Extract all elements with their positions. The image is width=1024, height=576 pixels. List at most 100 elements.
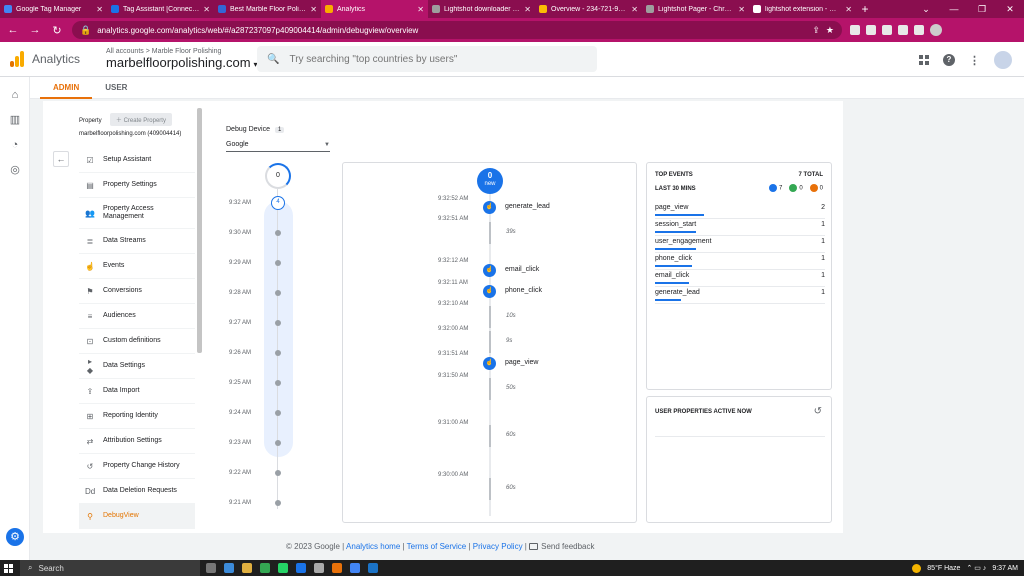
property-name[interactable]: marbelfloorpolishing.com ▾ — [106, 55, 258, 70]
close-icon[interactable]: ✕ — [631, 5, 638, 14]
taskbar-app-icon[interactable] — [242, 563, 252, 573]
close-icon[interactable]: ✕ — [738, 5, 745, 14]
extension-icon[interactable] — [850, 25, 860, 35]
close-icon[interactable]: ✕ — [203, 5, 210, 14]
search-input[interactable] — [289, 53, 570, 65]
nav-item-setup-assistant[interactable]: ☑ Setup Assistant — [79, 148, 195, 173]
browser-tab[interactable]: Lightshot downloader - C ✕ — [428, 0, 535, 18]
nav-item-events[interactable]: ☝ Events — [79, 254, 195, 279]
nav-item-debugview[interactable]: ⚲ DebugView — [79, 504, 195, 529]
top-event-row[interactable]: phone_click 1 — [655, 253, 825, 270]
nav-item-data-settings[interactable]: ▸ ◆ Data Settings — [79, 354, 195, 379]
browser-tab[interactable]: lightshot extension - Goo ✕ — [749, 0, 856, 18]
nav-scrollbar[interactable] — [197, 108, 202, 353]
close-icon[interactable]: ✕ — [417, 5, 424, 14]
minute-dot[interactable] — [275, 230, 281, 236]
nav-item-property-change-history[interactable]: ↺ Property Change History — [79, 454, 195, 479]
whatsapp-icon[interactable] — [278, 563, 288, 573]
analytics-home-link[interactable]: Analytics home — [346, 542, 400, 551]
new-tab-button[interactable]: + — [856, 0, 874, 18]
account-avatar[interactable] — [994, 51, 1012, 69]
chrome-icon[interactable] — [260, 563, 270, 573]
extension-icon[interactable] — [914, 25, 924, 35]
extension-icon[interactable] — [866, 25, 876, 35]
reports-icon[interactable]: ▥ — [0, 107, 30, 132]
nav-item-data-streams[interactable]: ≣ Data Streams — [79, 229, 195, 254]
browser-tab[interactable]: Analytics ✕ — [321, 0, 428, 18]
minute-dot[interactable] — [275, 380, 281, 386]
top-event-row[interactable]: generate_lead 1 — [655, 287, 825, 304]
windows-start-icon[interactable] — [0, 560, 16, 576]
taskbar-search[interactable]: ⌕ Search — [20, 560, 200, 576]
browser-tab[interactable]: Overview - 234-721-9737 ✕ — [535, 0, 642, 18]
browser-tab[interactable]: Google Tag Manager ✕ — [0, 0, 107, 18]
bookmark-star-icon[interactable]: ★ — [826, 25, 834, 36]
taskbar-app-icon[interactable] — [332, 563, 342, 573]
browser-profile-avatar[interactable] — [930, 24, 942, 36]
minute-dot[interactable] — [275, 350, 281, 356]
top-event-row[interactable]: session_start 1 — [655, 219, 825, 236]
maximize-icon[interactable]: ❐ — [968, 0, 996, 18]
search-box[interactable]: 🔍 — [257, 46, 597, 72]
browser-tab[interactable]: Lightshot Pager - Chrome ✕ — [642, 0, 749, 18]
event-name[interactable]: generate_lead — [505, 203, 550, 210]
nav-item-property-access-management[interactable]: 👥 Property Access Management — [79, 198, 195, 229]
taskbar-app-icon[interactable] — [296, 563, 306, 573]
back-icon[interactable]: ← — [6, 24, 20, 36]
minute-dot[interactable] — [275, 260, 281, 266]
top-event-row[interactable]: user_engagement 1 — [655, 236, 825, 253]
event-name[interactable]: phone_click — [505, 287, 542, 294]
browser-tab[interactable]: Best Marble Floor Polishin ✕ — [214, 0, 321, 18]
minute-active-bubble[interactable]: 4 — [271, 196, 285, 210]
create-property-button[interactable]: ＋ Create Property — [109, 113, 172, 126]
nav-item-data-import[interactable]: ⇪ Data Import — [79, 379, 195, 404]
nav-item-data-deletion-requests[interactable]: Dd Data Deletion Requests — [79, 479, 195, 504]
nav-item-custom-definitions[interactable]: ⊡ Custom definitions — [79, 329, 195, 354]
browser-tab[interactable]: Tag Assistant [Connected] ✕ — [107, 0, 214, 18]
nav-item-property-settings[interactable]: ▤ Property Settings — [79, 173, 195, 198]
event-name[interactable]: page_view — [505, 359, 538, 366]
close-icon[interactable]: ✕ — [845, 5, 852, 14]
tab-user[interactable]: USER — [92, 77, 140, 99]
forward-icon[interactable]: → — [28, 24, 42, 36]
event-touch-icon[interactable]: ☝ — [483, 357, 496, 370]
more-vert-icon[interactable]: ⋮ — [969, 54, 980, 67]
nav-item-reporting-identity[interactable]: ⊞ Reporting Identity — [79, 404, 195, 429]
privacy-link[interactable]: Privacy Policy — [473, 542, 523, 551]
explore-icon[interactable]: ◔ — [0, 132, 30, 157]
terms-link[interactable]: Terms of Service — [407, 542, 467, 551]
close-window-icon[interactable]: ✕ — [996, 0, 1024, 18]
reload-icon[interactable]: ↻ — [50, 24, 64, 37]
event-touch-icon[interactable]: ☝ — [483, 264, 496, 277]
nav-item-audiences[interactable]: ≡ Audiences — [79, 304, 195, 329]
address-bar[interactable]: 🔒 analytics.google.com/analytics/web/#/a… — [72, 21, 842, 39]
extension-icon[interactable] — [882, 25, 892, 35]
debug-device-select[interactable]: Google ▼ — [226, 138, 330, 152]
nav-item-attribution-settings[interactable]: ⇄ Attribution Settings — [79, 429, 195, 454]
close-icon[interactable]: ✕ — [524, 5, 531, 14]
share-icon[interactable]: ⇪ — [812, 25, 820, 36]
minute-dot[interactable] — [275, 500, 281, 506]
taskbar-app-icon[interactable] — [224, 563, 234, 573]
close-icon[interactable]: ✕ — [310, 5, 317, 14]
taskbar-app-icon[interactable] — [314, 563, 324, 573]
collapse-back-icon[interactable]: ← — [53, 151, 69, 167]
minute-dot[interactable] — [275, 470, 281, 476]
minute-dot[interactable] — [275, 320, 281, 326]
send-feedback-button[interactable]: Send feedback — [529, 542, 594, 551]
help-icon[interactable]: ? — [943, 54, 955, 66]
close-icon[interactable]: ✕ — [96, 5, 103, 14]
minimize-icon[interactable]: — — [940, 0, 968, 18]
taskbar-app-icon[interactable] — [368, 563, 378, 573]
minute-dot[interactable] — [275, 410, 281, 416]
tray-icons[interactable]: ⌃ ▭ ♪ — [966, 564, 986, 572]
minute-dot[interactable] — [275, 290, 281, 296]
taskbar-app-icon[interactable] — [206, 563, 216, 573]
event-touch-icon[interactable]: ☝ — [483, 285, 496, 298]
apps-grid-icon[interactable] — [919, 55, 929, 65]
top-event-row[interactable]: page_view 2 — [655, 202, 825, 219]
admin-gear-icon[interactable]: ⚙ — [6, 528, 24, 546]
event-touch-icon[interactable]: ☝ — [483, 201, 496, 214]
top-event-row[interactable]: email_click 1 — [655, 270, 825, 287]
nav-item-conversions[interactable]: ⚑ Conversions — [79, 279, 195, 304]
